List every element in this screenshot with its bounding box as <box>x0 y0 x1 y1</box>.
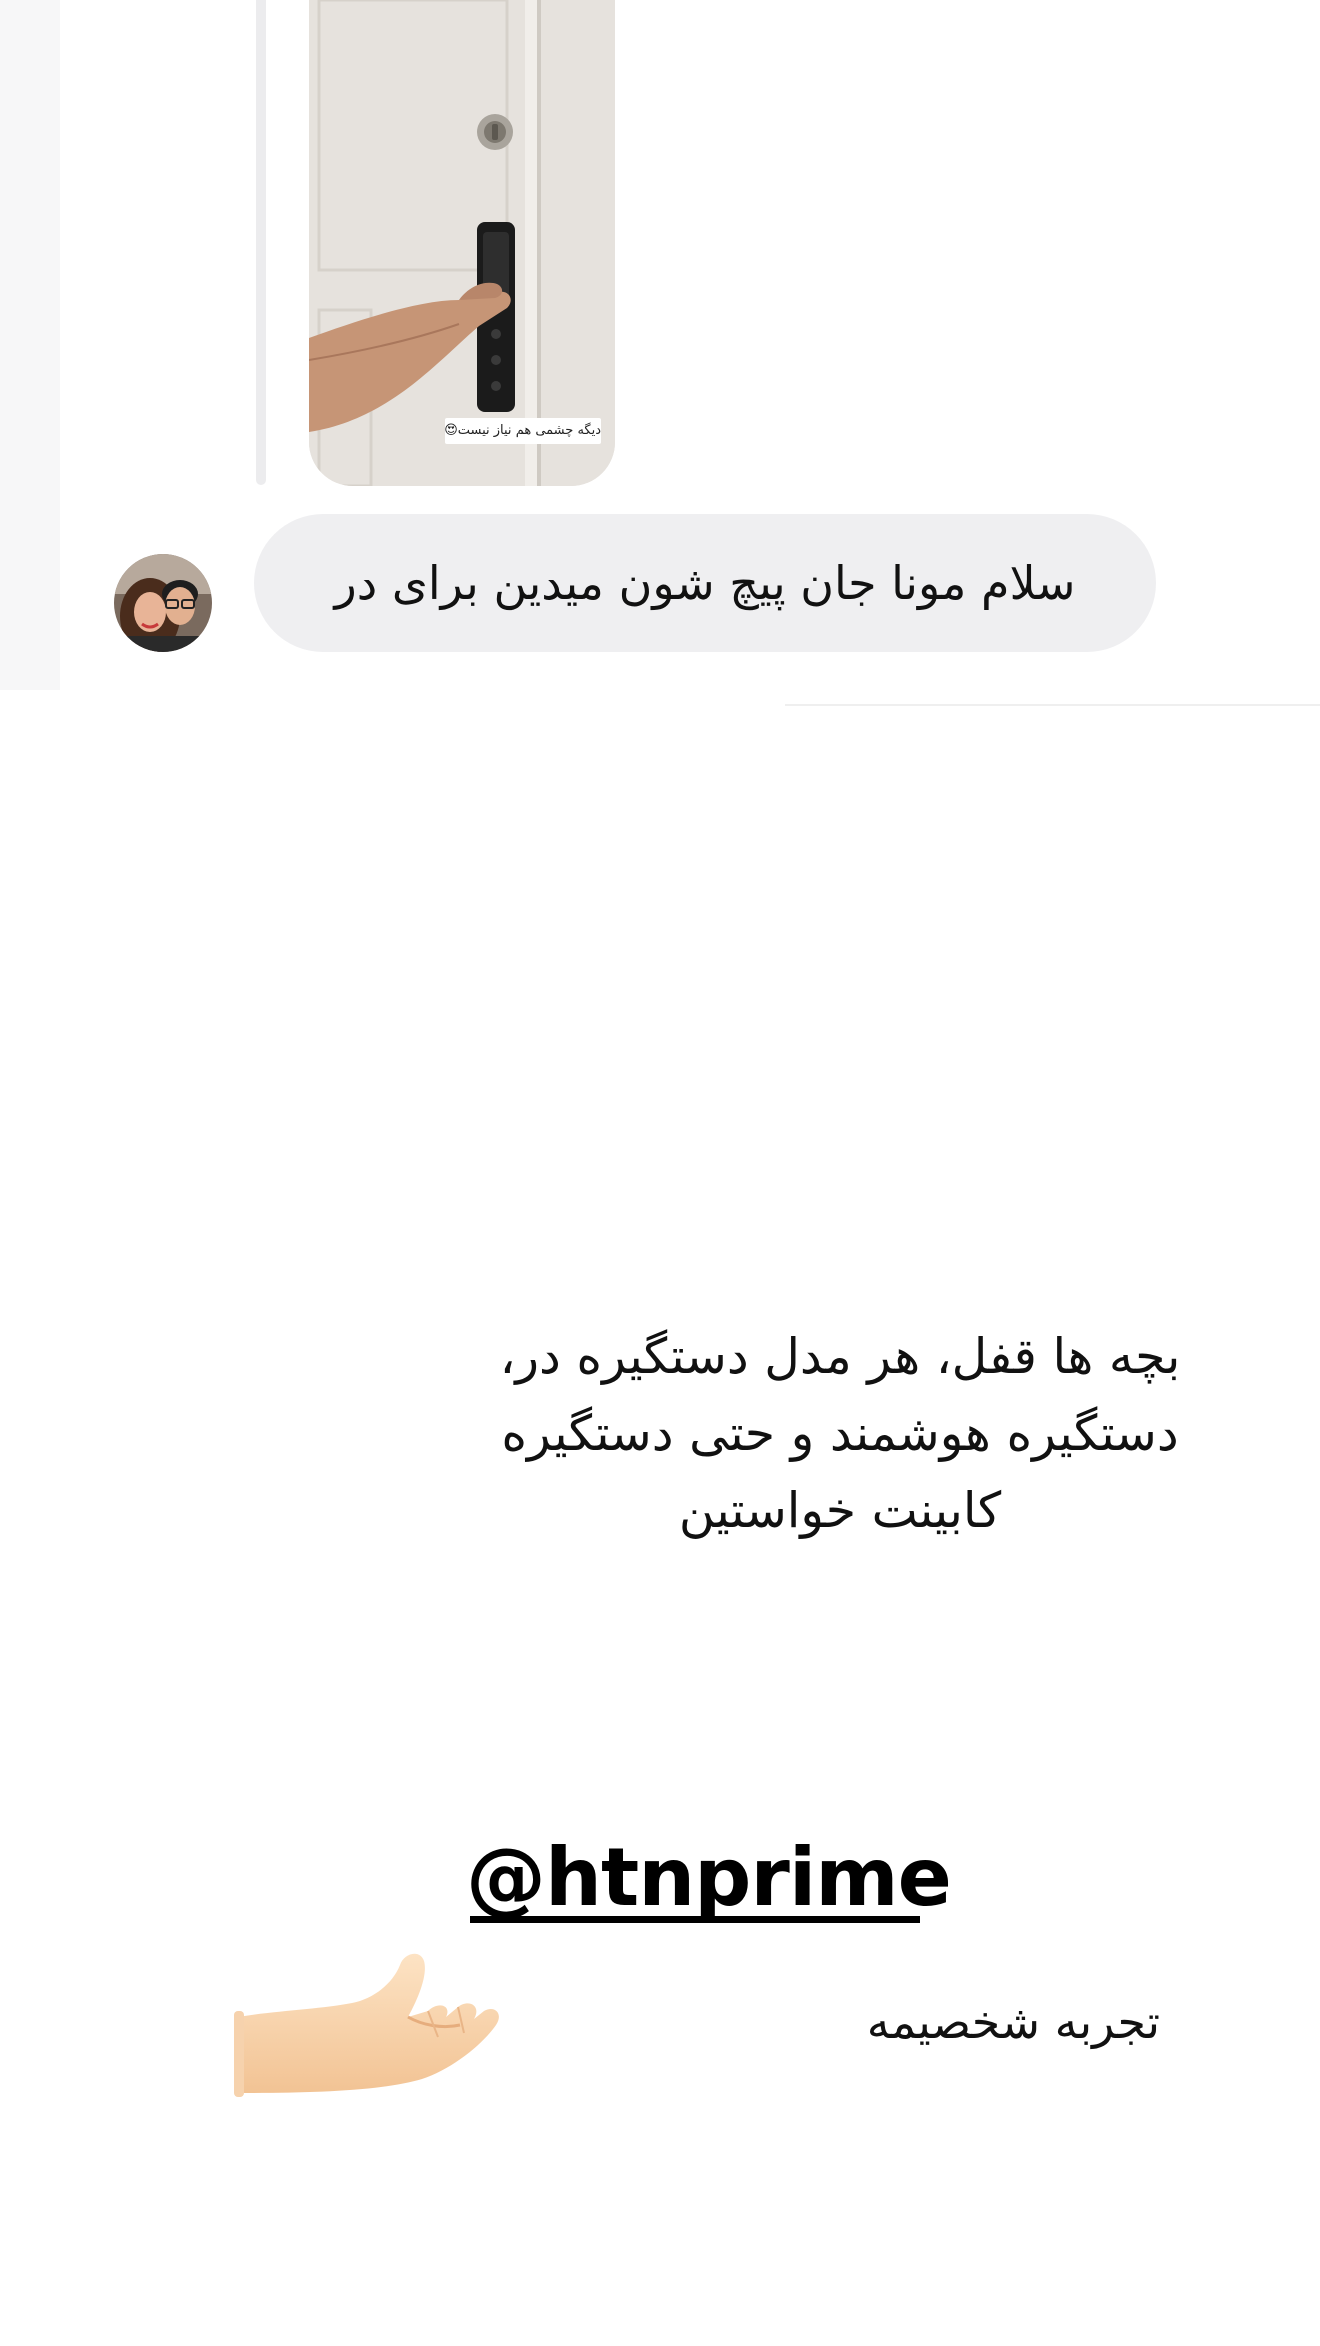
door-lock-scene <box>309 0 615 486</box>
story-caption-line: دستگیره هوشمند و حتی دستگیره <box>501 1405 1179 1462</box>
screenshot-left-edge <box>0 0 60 690</box>
message-bubble[interactable]: سلام مونا جان پیچ شون میدین برای در <box>254 514 1156 652</box>
screenshot-bottom-divider <box>785 704 1320 706</box>
story-caption: بچه ها قفل، هر مدل دستگیره در، دستگیره ه… <box>430 1318 1250 1549</box>
thumbnail-caption: دیگه چشمی هم نیاز نیست😍 <box>445 418 601 444</box>
message-text: سلام مونا جان پیچ شون میدین برای در <box>334 556 1076 610</box>
shared-video-thumbnail[interactable]: دیگه چشمی هم نیاز نیست😍 <box>309 0 615 486</box>
story-caption-line: بچه ها قفل، هر مدل دستگیره در، <box>499 1328 1181 1385</box>
sender-avatar[interactable] <box>114 554 212 652</box>
mention-sticker[interactable]: @htnprime <box>466 1822 952 1942</box>
experience-caption: تجربه شخصیمه <box>866 1995 1160 2049</box>
palm-up-hand-icon <box>232 1945 532 2105</box>
shared-dm-screenshot: دیگه چشمی هم نیاز نیست😍 سلام مونا جان پی… <box>0 0 1320 710</box>
story-caption-line: کابینت خواستین <box>678 1482 1002 1539</box>
reply-indicator-bar <box>256 0 266 485</box>
mention-underline <box>470 1916 920 1923</box>
couple-avatar-icon <box>114 554 212 652</box>
